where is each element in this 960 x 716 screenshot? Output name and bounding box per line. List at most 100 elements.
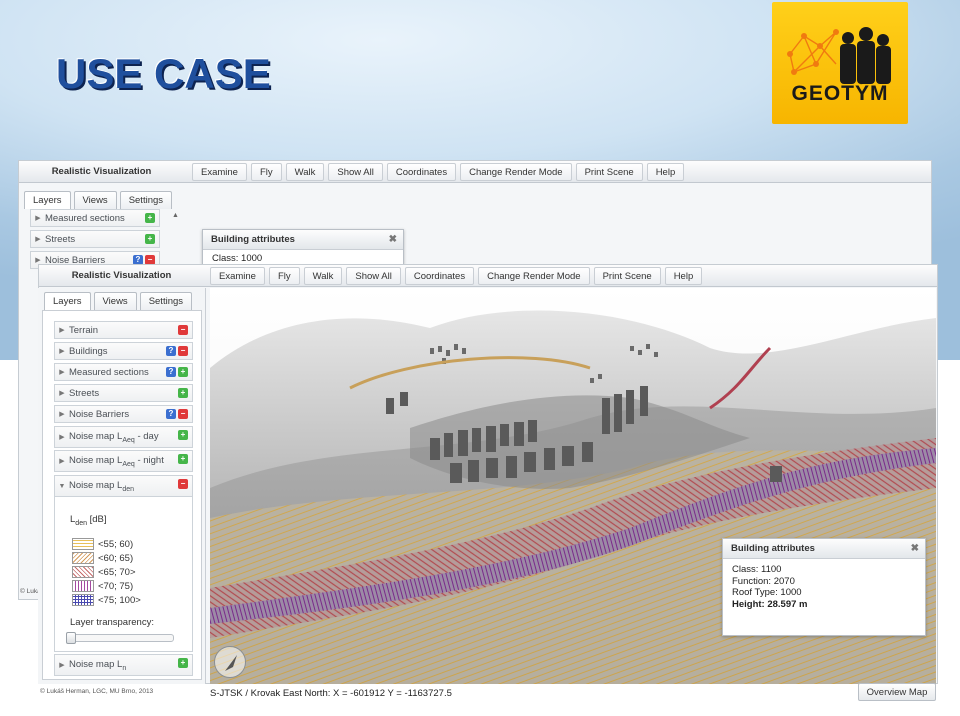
layer-terrain[interactable]: ▶ Terrain − (54, 321, 193, 339)
tab-views[interactable]: Views (93, 292, 137, 310)
info-icon[interactable]: ? (166, 409, 176, 419)
add-layer-icon[interactable]: + (178, 367, 188, 377)
back-coordinates-button[interactable]: Coordinates (386, 162, 457, 181)
fly-button[interactable]: Fly (268, 266, 300, 285)
scroll-up-icon[interactable]: ▲ (172, 212, 179, 219)
layer-label: Noise map LAeq - day (69, 431, 159, 444)
coordinates-button[interactable]: Coordinates (404, 266, 475, 285)
layer-label-suffix: - day (134, 430, 159, 442)
back-walk-button[interactable]: Walk (285, 162, 325, 181)
info-icon[interactable]: ? (166, 346, 176, 356)
examine-button[interactable]: Examine (210, 266, 265, 285)
layer-label-sub: Aeq (122, 436, 135, 444)
attribute-function: Function: 2070 (732, 575, 795, 587)
layer-label-main: Noise map L (69, 658, 123, 670)
layer-label: Measured sections (45, 212, 125, 224)
layer-label: Noise map Lden (69, 480, 134, 493)
back-tabs: Layers Views Settings (24, 191, 175, 209)
transparency-slider-track[interactable] (66, 634, 174, 642)
add-layer-icon[interactable]: + (178, 454, 188, 464)
legend-item-label: <60; 65) (98, 552, 134, 564)
attribute-roof-type: Roof Type: 1000 (732, 587, 802, 598)
layer-noise-map-n[interactable]: ▶ Noise map Ln + (54, 654, 193, 676)
expand-arrow-icon: ▶ (59, 369, 65, 376)
back-show-all-button[interactable]: Show All (328, 162, 383, 181)
back-layer-measured-sections[interactable]: ▶ Measured sections + (30, 209, 160, 227)
layer-label: Streets (69, 387, 100, 399)
layer-label: Noise Barriers (69, 408, 130, 420)
front-copyright: © Lukáš Herman, LGC, MU Brno, 2013 (40, 688, 154, 695)
back-examine-button[interactable]: Examine (192, 162, 247, 181)
add-layer-icon[interactable]: + (178, 388, 188, 398)
layer-noise-map-den[interactable]: ▼ Noise map Lden − (54, 475, 193, 497)
expand-arrow-icon: ▶ (59, 327, 65, 334)
layer-label-sub: Aeq (122, 460, 135, 468)
change-render-mode-button[interactable]: Change Render Mode (478, 266, 590, 285)
back-tab-settings[interactable]: Settings (119, 191, 173, 209)
tab-layers[interactable]: Layers (44, 292, 91, 310)
expand-arrow-icon: ▶ (35, 257, 41, 264)
back-building-attributes-panel: Building attributes ✖ Class: 1000 (202, 229, 404, 265)
attribute-height: Height: 28.597 m (732, 598, 808, 610)
close-icon[interactable]: ✖ (911, 539, 919, 559)
layer-label: Streets (45, 233, 76, 245)
close-icon[interactable]: ✖ (389, 230, 397, 250)
slide-title: USE CASE (56, 50, 271, 97)
show-all-button[interactable]: Show All (346, 266, 401, 285)
geotym-logo: GEOTÝM (772, 2, 908, 124)
legend-item-label: <70; 75) (98, 580, 134, 592)
layer-streets[interactable]: ▶ Streets + (54, 384, 193, 402)
back-tab-views[interactable]: Views (73, 191, 117, 209)
legend-item-label: <65; 70> (98, 566, 136, 578)
collapse-arrow-icon: ▼ (58, 482, 66, 490)
help-button[interactable]: Help (664, 266, 703, 285)
overview-map-button[interactable]: Overview Map (858, 683, 936, 701)
print-scene-button[interactable]: Print Scene (593, 266, 661, 285)
back-help-button[interactable]: Help (646, 162, 685, 181)
tab-settings[interactable]: Settings (139, 292, 193, 310)
back-layer-streets[interactable]: ▶ Streets + (30, 230, 160, 248)
expand-arrow-icon: ▶ (59, 348, 65, 355)
expand-arrow-icon: ▶ (35, 236, 41, 243)
add-layer-icon[interactable]: + (178, 658, 188, 668)
back-fly-button[interactable]: Fly (250, 162, 282, 181)
remove-layer-icon[interactable]: − (178, 409, 188, 419)
legend-swatch (72, 580, 94, 592)
back-render-mode-button[interactable]: Change Render Mode (460, 162, 572, 181)
walk-button[interactable]: Walk (303, 266, 343, 285)
front-toolbar: Realistic Visualization Examine Fly Walk… (39, 265, 937, 287)
front-app-name: Realistic Visualization (71, 270, 172, 281)
layer-label-main: Noise map L (69, 454, 123, 466)
remove-layer-icon[interactable]: − (178, 479, 188, 489)
transparency-slider-handle[interactable] (66, 632, 76, 644)
layer-label: Buildings (69, 345, 108, 357)
people-network-icon (787, 27, 891, 84)
legend-swatch (72, 566, 94, 578)
layer-noise-map-day[interactable]: ▶ Noise map LAeq - day + (54, 426, 193, 448)
attributes-title: Building attributes (731, 543, 815, 554)
back-toolbar: Realistic Visualization Examine Fly Walk… (19, 161, 931, 183)
attribute-class: Class: 1100 (732, 564, 782, 575)
back-tab-layers[interactable]: Layers (24, 191, 71, 209)
coordinates-status: S-JTSK / Krovak East North: X = -601912 … (210, 688, 452, 699)
layer-measured-sections[interactable]: ▶ Measured sections ? + (54, 363, 193, 381)
layer-noise-barriers[interactable]: ▶ Noise Barriers ? − (54, 405, 193, 423)
legend-item-label: <75; 100> (98, 594, 141, 606)
back-print-scene-button[interactable]: Print Scene (575, 162, 643, 181)
layer-noise-map-night[interactable]: ▶ Noise map LAeq - night + (54, 450, 193, 472)
layer-label-main: Noise map L (69, 479, 123, 491)
layer-label: Noise map LAeq - night (69, 455, 164, 468)
navigation-compass-icon[interactable] (214, 646, 246, 678)
legend-item: <60; 65) (72, 552, 133, 564)
layer-label-sub: n (122, 664, 127, 672)
layer-label-sub: den (122, 485, 135, 493)
add-layer-icon[interactable]: + (178, 430, 188, 440)
sidebar-tabs: Layers Views Settings (44, 292, 195, 310)
add-layer-icon[interactable]: + (145, 234, 155, 244)
remove-layer-icon[interactable]: − (178, 325, 188, 335)
layer-buildings[interactable]: ▶ Buildings ? − (54, 342, 193, 360)
info-icon[interactable]: ? (166, 367, 176, 377)
add-layer-icon[interactable]: + (145, 213, 155, 223)
remove-layer-icon[interactable]: − (178, 346, 188, 356)
legend-item: <75; 100> (72, 594, 141, 606)
